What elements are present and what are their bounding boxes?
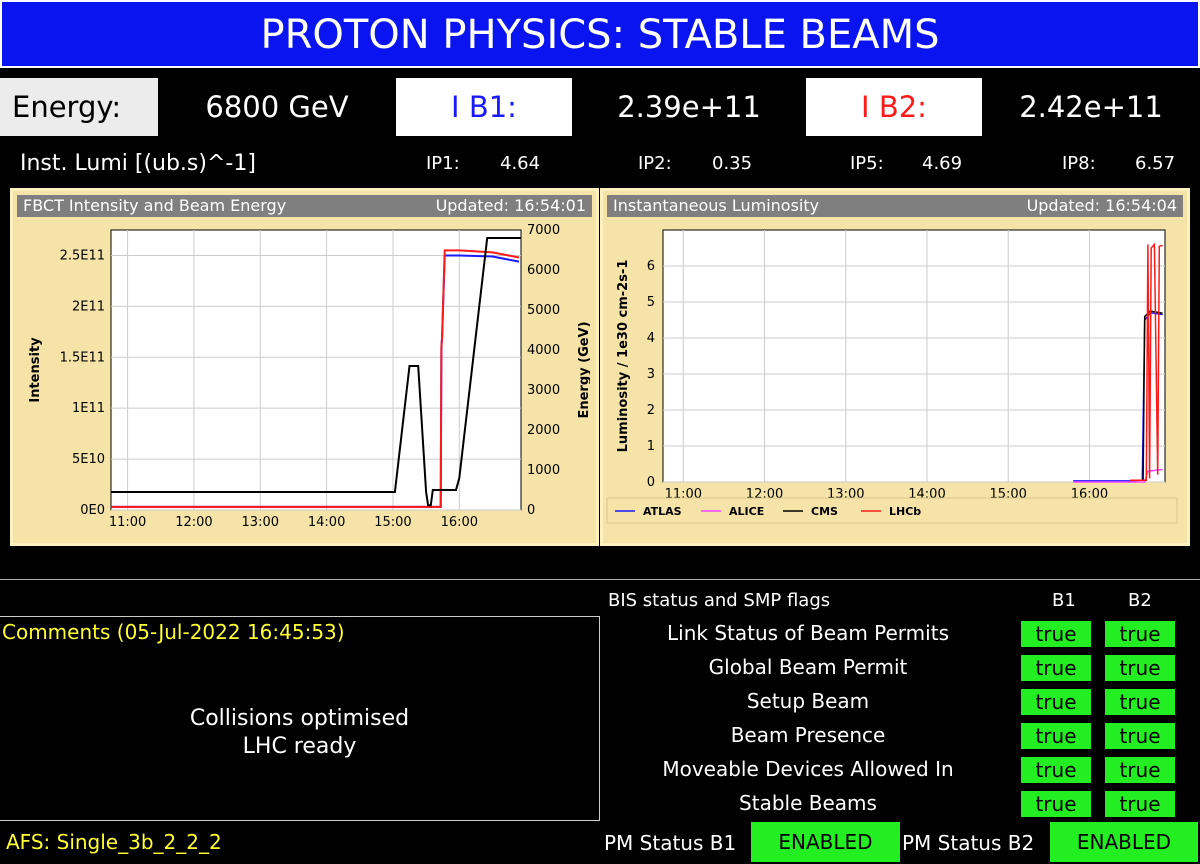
y-tick-label: 5 <box>647 295 655 310</box>
y-tick-label: 1E11 <box>72 401 105 416</box>
x-tick-label: 13:00 <box>242 515 279 530</box>
y2-tick-label: 2000 <box>527 423 560 438</box>
y-axis-label: Intensity <box>28 337 43 403</box>
ib1-value: 2.39e+11 <box>572 78 806 136</box>
page-title: PROTON PHYSICS: STABLE BEAMS <box>2 2 1198 66</box>
ib2-label: I B2: <box>806 78 982 136</box>
ip2-name: IP2: <box>638 153 672 174</box>
y-tick-label: 1 <box>647 439 655 454</box>
y2-tick-label: 3000 <box>527 383 560 398</box>
bis-row-label: Moveable Devices Allowed In <box>662 757 954 781</box>
ip5-value: 4.69 <box>922 153 963 174</box>
bis-col-b1: B1 <box>1052 590 1076 611</box>
x-tick-label: 14:00 <box>308 515 345 530</box>
x-tick-label: 16:00 <box>441 515 478 530</box>
fbct-panel-title: FBCT Intensity and Beam Energy <box>23 196 287 215</box>
lumi-panel-title: Instantaneous Luminosity <box>613 196 820 215</box>
lumi-chart: 11:00 12:00 13:00 14:00 15:00 16:000123456Lum… <box>606 229 1178 524</box>
lumi-updated: Updated: 16:54:04 <box>1026 196 1177 215</box>
y2-axis-label: Energy (GeV) <box>577 321 590 418</box>
bis-flag-b1: true <box>1021 689 1091 715</box>
y-tick-label: 4 <box>647 331 655 346</box>
bis-flag-b1: true <box>1021 723 1091 749</box>
y-tick-label: 2 <box>647 403 655 418</box>
bis-col-b2: B2 <box>1128 590 1152 611</box>
y-tick-label: 5E10 <box>72 452 105 467</box>
ip1-name: IP1: <box>426 153 460 174</box>
bis-flag-b2: true <box>1105 621 1175 647</box>
y-tick-label: 2.5E11 <box>60 248 105 263</box>
legend-label: LHCb <box>889 505 921 518</box>
bis-flag-b2: true <box>1105 757 1175 783</box>
y-tick-label: 0E0 <box>80 503 105 518</box>
fbct-chart: 11:00 12:00 13:00 14:00 15:00 16:00 0E0 5E10 1E1… <box>28 223 590 530</box>
y2-tick-label: 7000 <box>527 223 560 238</box>
pm-b1-status: ENABLED <box>751 822 900 862</box>
bis-flag-b1: true <box>1021 655 1091 681</box>
comment-line-1: Collisions optimised <box>189 706 410 731</box>
y2-tick-label: 4000 <box>527 343 560 358</box>
fbct-panel: FBCT Intensity and Beam Energy Updated: … <box>10 188 599 546</box>
bis-flag-b1: true <box>1021 791 1091 817</box>
legend-label: ALICE <box>729 505 764 518</box>
ip8-name: IP8: <box>1062 153 1096 174</box>
fbct-updated: Updated: 16:54:01 <box>435 196 586 215</box>
bis-row-label: Stable Beams <box>739 791 877 815</box>
lumi-panel: Instantaneous Luminosity Updated: 16:54:… <box>600 188 1190 546</box>
legend-label: CMS <box>811 505 838 518</box>
pm-b2-label: PM Status B2 <box>902 831 1035 855</box>
ip5-name: IP5: <box>850 153 884 174</box>
pm-b1-label: PM Status B1 <box>604 831 737 855</box>
lumi-label: Inst. Lumi [(ub.s)^-1] <box>20 151 256 176</box>
comment-line-2: LHC ready <box>242 734 357 759</box>
bis-row-label: Beam Presence <box>730 723 886 747</box>
bis-flag-b2: true <box>1105 791 1175 817</box>
divider <box>0 579 1200 580</box>
bis-row-label: Setup Beam <box>746 689 870 713</box>
legend-label: ATLAS <box>643 505 682 518</box>
ib2-value: 2.42e+11 <box>982 78 1200 136</box>
y-axis-label: Luminosity / 1e30 cm-2s-1 <box>616 260 631 453</box>
ip2-value: 0.35 <box>712 153 753 174</box>
bis-flag-b2: true <box>1105 689 1175 715</box>
y2-tick-label: 5000 <box>527 303 560 318</box>
ip8-value: 6.57 <box>1135 153 1176 174</box>
fbct-panel-header: FBCT Intensity and Beam Energy Updated: … <box>17 195 592 217</box>
ib1-label: I B1: <box>396 78 572 136</box>
y-tick-label: 6 <box>647 259 655 274</box>
bis-title: BIS status and SMP flags <box>608 590 831 611</box>
y2-tick-label: 0 <box>527 503 535 518</box>
bis-flag-b1: true <box>1021 757 1091 783</box>
ip1-value: 4.64 <box>500 153 541 174</box>
bis-flag-b2: true <box>1105 723 1175 749</box>
y-tick-label: 0 <box>647 475 655 490</box>
y-tick-label: 3 <box>647 367 655 382</box>
bis-flag-b1: true <box>1021 621 1091 647</box>
energy-label: Energy: <box>0 78 158 136</box>
x-tick-label: 15:00 <box>374 515 411 530</box>
x-tick-label: 11:00 <box>109 515 146 530</box>
x-tick-label: 12:00 <box>175 515 212 530</box>
y-tick-label: 2E11 <box>72 299 105 314</box>
y2-tick-label: 6000 <box>527 263 560 278</box>
y-tick-label: 1.5E11 <box>60 350 105 365</box>
afs-label: AFS: Single_3b_2_2_2 <box>6 830 222 854</box>
y2-tick-label: 1000 <box>527 463 560 478</box>
bis-row-label: Link Status of Beam Permits <box>667 621 949 645</box>
energy-value: 6800 GeV <box>158 78 396 136</box>
pm-b2-status: ENABLED <box>1050 822 1198 862</box>
bis-flag-b2: true <box>1105 655 1175 681</box>
bis-row-label: Global Beam Permit <box>708 655 908 679</box>
lumi-panel-header: Instantaneous Luminosity Updated: 16:54:… <box>607 195 1183 217</box>
